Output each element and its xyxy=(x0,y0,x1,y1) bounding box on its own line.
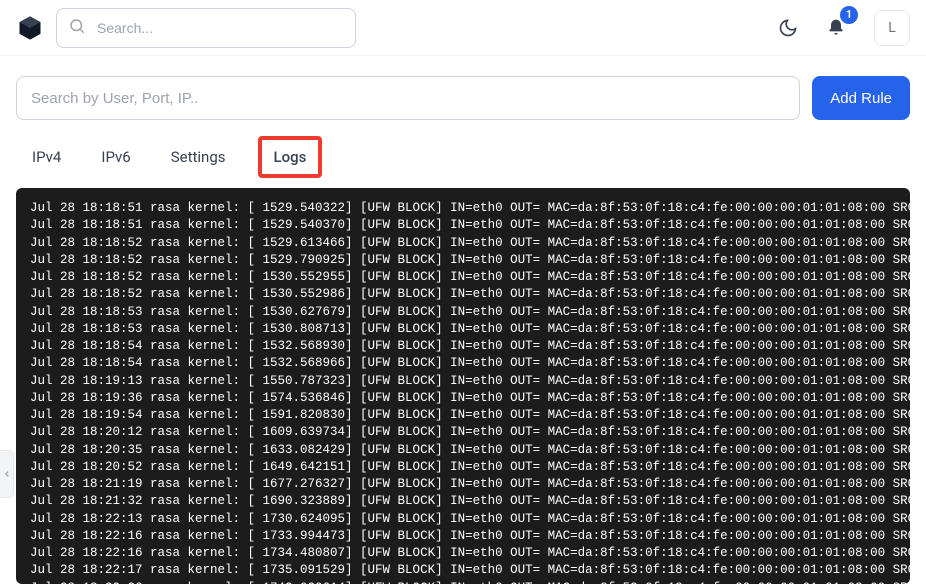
log-line: Jul 28 18:22:16 rasa kernel: [ 1733.9944… xyxy=(30,528,896,545)
tab-logs[interactable]: Logs xyxy=(260,138,321,176)
tab-ipv4[interactable]: IPv4 xyxy=(26,138,67,176)
log-line: Jul 28 18:18:51 rasa kernel: [ 1529.5403… xyxy=(30,200,896,217)
log-line: Jul 28 18:22:26 rasa kernel: [ 1742.0206… xyxy=(30,580,896,584)
log-line: Jul 28 18:20:35 rasa kernel: [ 1633.0824… xyxy=(30,442,896,459)
side-drawer-toggle[interactable] xyxy=(0,450,14,498)
notification-badge: 1 xyxy=(840,6,858,24)
tab-ipv6[interactable]: IPv6 xyxy=(95,138,136,176)
log-line: Jul 28 18:18:51 rasa kernel: [ 1529.5403… xyxy=(30,217,896,234)
log-line: Jul 28 18:19:54 rasa kernel: [ 1591.8208… xyxy=(30,407,896,424)
top-nav: 1 L xyxy=(0,0,926,56)
notifications-button[interactable]: 1 xyxy=(818,10,854,46)
log-line: Jul 28 18:18:52 rasa kernel: [ 1529.6134… xyxy=(30,235,896,252)
app-logo[interactable] xyxy=(16,14,44,42)
log-line: Jul 28 18:18:52 rasa kernel: [ 1530.5529… xyxy=(30,286,896,303)
log-line: Jul 28 18:21:32 rasa kernel: [ 1690.3238… xyxy=(30,493,896,510)
search-icon xyxy=(68,17,86,39)
add-rule-button[interactable]: Add Rule xyxy=(812,76,910,120)
log-line: Jul 28 18:22:16 rasa kernel: [ 1734.4808… xyxy=(30,545,896,562)
log-line: Jul 28 18:22:17 rasa kernel: [ 1735.0915… xyxy=(30,562,896,579)
log-line: Jul 28 18:19:36 rasa kernel: [ 1574.5368… xyxy=(30,390,896,407)
toolbar: Add Rule xyxy=(0,56,926,132)
log-line: Jul 28 18:20:52 rasa kernel: [ 1649.6421… xyxy=(30,459,896,476)
user-avatar[interactable]: L xyxy=(874,10,910,46)
log-line: Jul 28 18:18:54 rasa kernel: [ 1532.5689… xyxy=(30,355,896,372)
log-line: Jul 28 18:19:13 rasa kernel: [ 1550.7873… xyxy=(30,373,896,390)
global-search-input[interactable] xyxy=(56,8,356,48)
log-line: Jul 28 18:18:52 rasa kernel: [ 1529.7909… xyxy=(30,252,896,269)
log-line: Jul 28 18:20:12 rasa kernel: [ 1609.6397… xyxy=(30,424,896,441)
log-line: Jul 28 18:22:13 rasa kernel: [ 1730.6240… xyxy=(30,511,896,528)
tab-settings[interactable]: Settings xyxy=(165,138,232,176)
log-line: Jul 28 18:18:54 rasa kernel: [ 1532.5689… xyxy=(30,338,896,355)
tabs: IPv4 IPv6 Settings Logs xyxy=(0,132,926,176)
log-line: Jul 28 18:18:53 rasa kernel: [ 1530.6276… xyxy=(30,304,896,321)
log-line: Jul 28 18:18:52 rasa kernel: [ 1530.5529… xyxy=(30,269,896,286)
filter-input[interactable] xyxy=(16,76,800,120)
global-search xyxy=(56,8,356,48)
log-line: Jul 28 18:18:53 rasa kernel: [ 1530.8087… xyxy=(30,321,896,338)
theme-toggle[interactable] xyxy=(770,10,806,46)
log-line: Jul 28 18:21:19 rasa kernel: [ 1677.2763… xyxy=(30,476,896,493)
log-output[interactable]: Jul 28 18:18:51 rasa kernel: [ 1529.5403… xyxy=(16,188,910,584)
